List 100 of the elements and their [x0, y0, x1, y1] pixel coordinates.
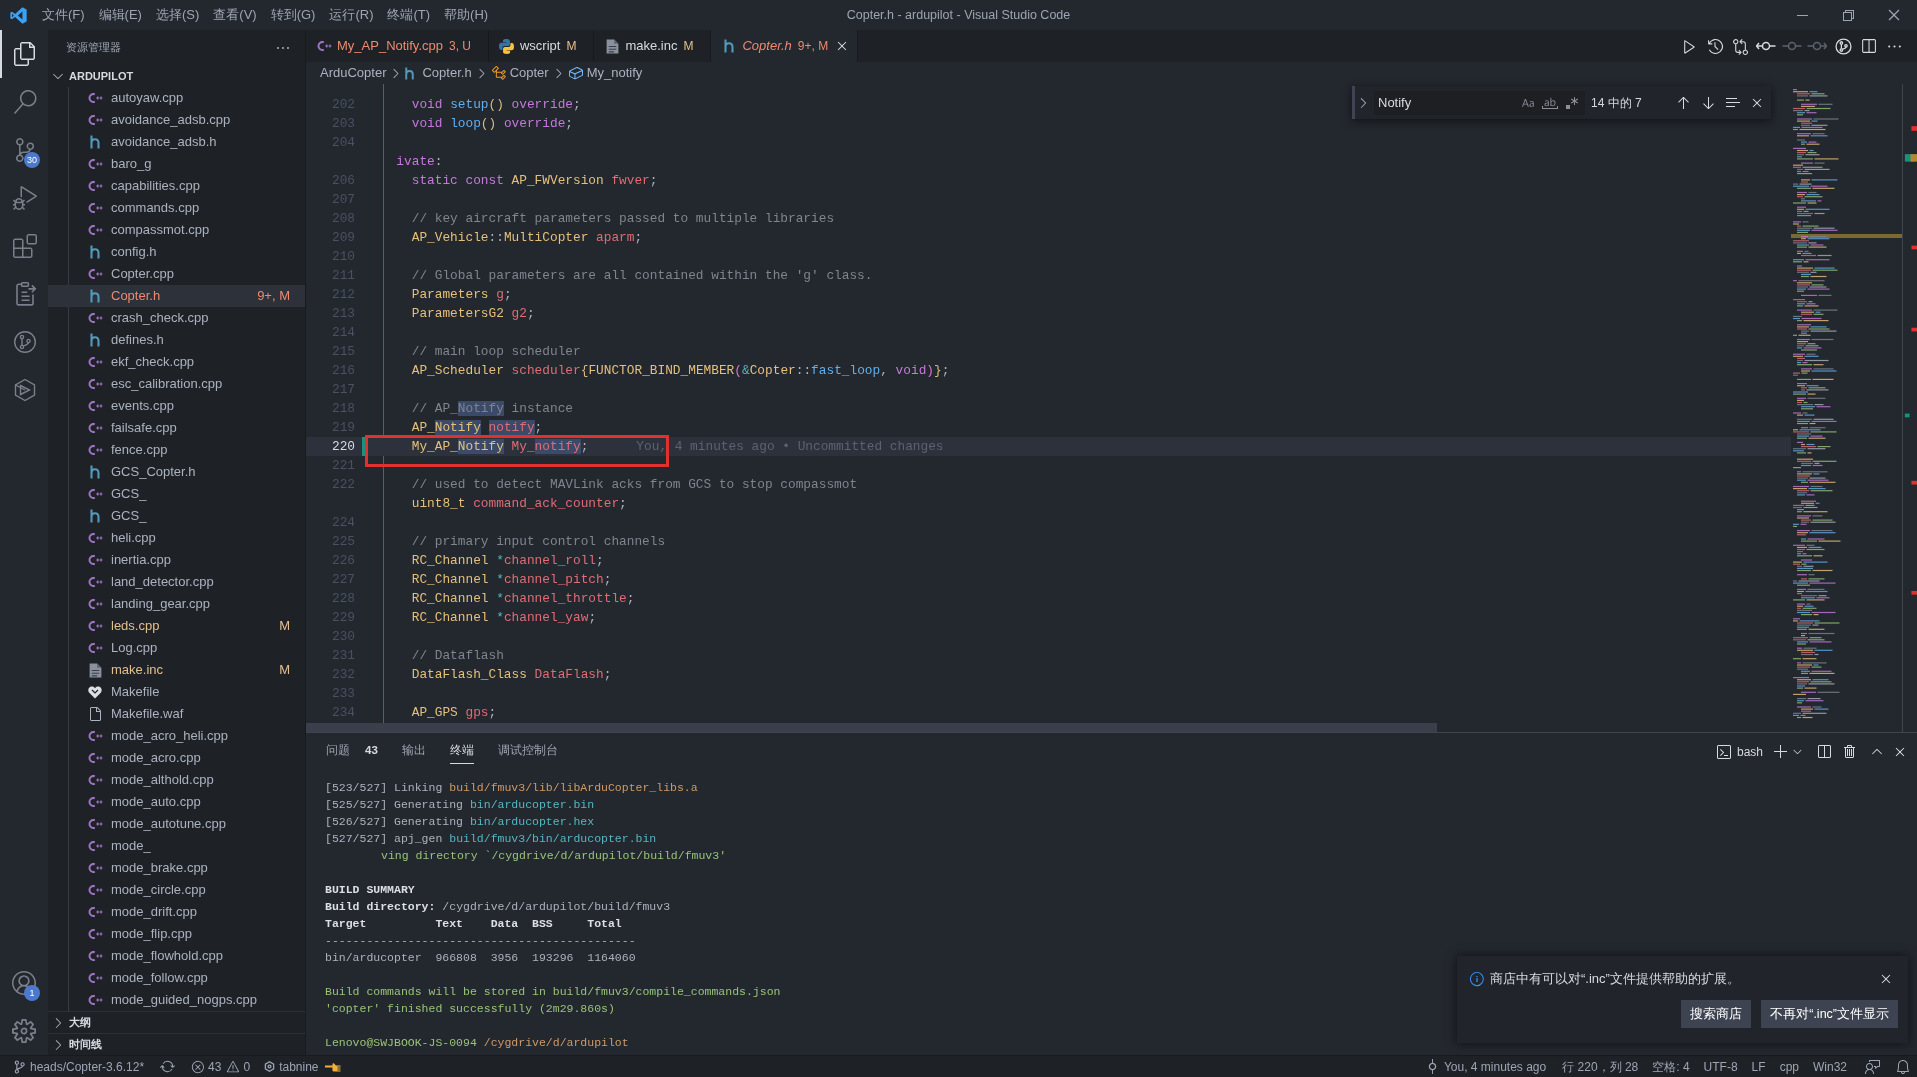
file-item[interactable]: mode_althold.cpp [48, 769, 305, 791]
file-item[interactable]: capabilities.cpp [48, 175, 305, 197]
file-item[interactable]: make.inc M [48, 659, 305, 681]
menu-item[interactable]: 编辑(E) [91, 5, 149, 25]
encoding-status[interactable]: UTF-8 [1697, 1056, 1744, 1077]
blame-status[interactable]: You, 4 minutes ago [1418, 1056, 1553, 1077]
file-item[interactable]: avoidance_adsb.h [48, 131, 305, 153]
file-item[interactable]: mode_brake.cpp [48, 857, 305, 879]
panel-tab[interactable]: 问题 43 [326, 739, 378, 764]
explorer-title: 资源管理器 [66, 40, 121, 56]
file-item[interactable]: autoyaw.cpp [48, 87, 305, 109]
file-item[interactable]: mode_flip.cpp [48, 923, 305, 945]
problems-status[interactable]: 43 0 [185, 1056, 257, 1077]
change-marker [362, 437, 365, 456]
sync-icon[interactable] [160, 1059, 176, 1074]
menu-item[interactable]: 运行(R) [322, 5, 381, 25]
file-item[interactable]: inertia.cpp [48, 549, 305, 571]
panel-tab[interactable]: 调试控制台 [497, 739, 558, 764]
file-item[interactable]: Copter.cpp [48, 263, 305, 285]
file-item[interactable]: mode_follow.cpp [48, 967, 305, 989]
menu-item[interactable]: 文件(F) [35, 5, 92, 25]
breadcrumb-item[interactable]: Copter.h [405, 63, 472, 83]
folder-header[interactable]: ARDUPILOT [48, 65, 305, 87]
file-icon [87, 706, 103, 722]
find-input[interactable]: Notify [1374, 90, 1585, 115]
file-item[interactable]: heli.cpp [48, 527, 305, 549]
file-item[interactable]: config.h [48, 241, 305, 263]
restore-icon[interactable] [1840, 7, 1856, 23]
file-item[interactable]: mode_acro.cpp [48, 747, 305, 769]
bell-icon[interactable] [1895, 1058, 1911, 1075]
terminal-selector[interactable]: bash [1715, 742, 1763, 761]
file-item[interactable]: mode_drift.cpp [48, 901, 305, 923]
menu-item[interactable]: 终端(T) [380, 5, 438, 25]
file-item[interactable]: commands.cpp [48, 197, 305, 219]
split-editor-icon[interactable] [1860, 37, 1878, 55]
file-item[interactable]: mode_ [48, 835, 305, 857]
split-terminal-icon[interactable] [1816, 743, 1832, 760]
file-item[interactable]: failsafe.cpp [48, 417, 305, 439]
file-item[interactable]: crash_check.cpp [48, 307, 305, 329]
file-item[interactable]: mode_circle.cpp [48, 879, 305, 901]
file-item[interactable]: avoidance_adsb.cpp [48, 109, 305, 131]
editor-tab[interactable]: Copter.h 9+, M [711, 30, 859, 62]
accounts-button[interactable]: 1 [0, 959, 48, 1007]
tabnine-status[interactable]: tabnine [258, 1056, 347, 1077]
file-item[interactable]: Makefile [48, 681, 305, 703]
hexagon-icon [264, 1061, 276, 1072]
trash-icon[interactable] [1842, 743, 1858, 760]
document-icon [88, 662, 102, 678]
file-item[interactable]: Copter.h 9+, M [48, 285, 305, 307]
file-item[interactable]: defines.h [48, 329, 305, 351]
file-item[interactable]: fence.cpp [48, 439, 305, 461]
file-item[interactable]: leds.cpp M [48, 615, 305, 637]
add-icon[interactable] [1773, 743, 1789, 760]
file-item[interactable]: esc_calibration.cpp [48, 373, 305, 395]
activity-bar-item[interactable]: 30 [0, 126, 48, 174]
history-icon[interactable] [1706, 37, 1724, 55]
menu-item[interactable]: 选择(S) [148, 5, 207, 25]
branch-status[interactable]: heads/Copter-3.6.12* [8, 1056, 151, 1077]
file-item[interactable]: Makefile.waf [48, 703, 305, 725]
class-icon [490, 65, 507, 81]
panel-tab[interactable]: 终端 [449, 739, 474, 764]
file-item[interactable]: mode_guided_nogps.cpp [48, 989, 305, 1011]
platform-status[interactable]: Win32 [1807, 1056, 1853, 1077]
file-item[interactable]: land_detector.cpp [48, 571, 305, 593]
compare-changes-icon[interactable] [1732, 37, 1750, 55]
breadcrumb-item[interactable]: Copter [490, 63, 549, 83]
indentation-status[interactable]: 空格: 4 [1646, 1056, 1696, 1077]
branch-circle-icon [13, 330, 37, 354]
file-item[interactable]: Log.cpp [48, 637, 305, 659]
cursor-position[interactable]: 行 220，列 28 [1556, 1056, 1645, 1077]
breadcrumb-item[interactable]: ArduCopter [320, 63, 387, 83]
menu-item[interactable]: 帮助(H) [437, 5, 496, 25]
line-ending-status[interactable]: LF [1745, 1056, 1772, 1077]
file-item[interactable]: mode_acro_heli.cpp [48, 725, 305, 747]
file-item[interactable]: events.cpp [48, 395, 305, 417]
menu-item[interactable]: 查看(V) [206, 5, 264, 25]
file-item[interactable]: baro_g [48, 153, 305, 175]
menu-item[interactable]: 转到(G) [263, 5, 323, 25]
file-item[interactable]: GCS_ [48, 483, 305, 505]
language-status[interactable]: cpp [1773, 1056, 1805, 1077]
file-item[interactable]: GCS_Copter.h [48, 461, 305, 483]
code-line: AP_GPS gps; [410, 703, 497, 722]
file-item[interactable]: mode_autotune.cpp [48, 813, 305, 835]
file-item[interactable]: mode_flowhold.cpp [48, 945, 305, 967]
panel-tab[interactable]: 输出 [401, 739, 426, 764]
close-icon[interactable] [1886, 7, 1902, 23]
branch-circle-icon[interactable] [1834, 37, 1852, 55]
notification-button[interactable]: 搜索商店 [1681, 1000, 1752, 1028]
document-icon [605, 38, 619, 54]
feedback-icon[interactable] [1865, 1058, 1881, 1075]
file-item[interactable]: GCS_ [48, 505, 305, 527]
section-header[interactable]: 大纲 [48, 1011, 305, 1033]
file-item[interactable]: mode_auto.cpp [48, 791, 305, 813]
commit-back-icon[interactable] [1756, 40, 1777, 52]
file-item[interactable]: ekf_check.cpp [48, 351, 305, 373]
notification-button[interactable]: 不再对“.inc”文件显示 [1761, 1000, 1898, 1028]
file-item[interactable]: landing_gear.cpp [48, 593, 305, 615]
scrollbar-thumb[interactable] [306, 723, 1437, 732]
breadcrumb-item[interactable]: My_notify [567, 63, 643, 83]
file-item[interactable]: compassmot.cpp [48, 219, 305, 241]
